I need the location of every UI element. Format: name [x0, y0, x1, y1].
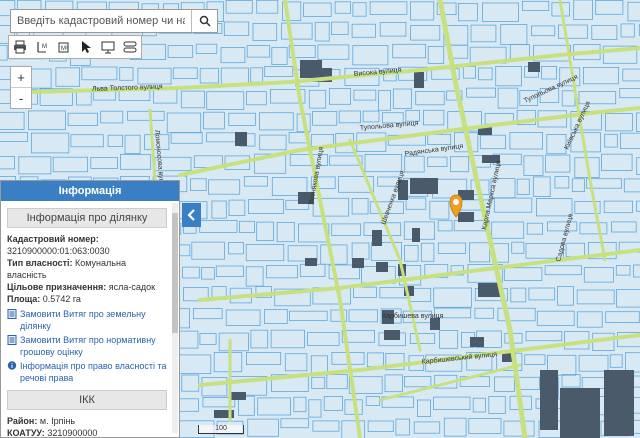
measure-length-icon: M [37, 42, 47, 53]
ownership-rights-link[interactable]: Інформація про право власності та речові… [7, 360, 167, 384]
building [410, 178, 438, 194]
svg-text:M: M [42, 44, 47, 50]
print-button[interactable] [10, 37, 30, 57]
print-icon [14, 40, 26, 54]
search-bar [10, 9, 218, 33]
chevron-left-icon [186, 209, 195, 221]
koatuu-label: КОАТУУ: [7, 428, 45, 438]
zoom-out-button[interactable]: - [11, 87, 31, 108]
info-panel-scrollbar[interactable] [172, 203, 178, 433]
area-value: 0.5742 га [42, 294, 81, 304]
screen-icon [101, 41, 115, 54]
cadastral-value: 3210900000:01:063:0030 [7, 246, 110, 256]
svg-text:M²: M² [61, 46, 68, 52]
purpose-value: ясла-садок [108, 282, 156, 292]
search-input[interactable] [11, 15, 192, 27]
street-label-karbyshieva: Карбишева вулиця [382, 312, 444, 320]
info-panel-body: Інформація про ділянку Кадастровий номер… [1, 201, 179, 438]
building [235, 132, 247, 146]
order-parcel-extract-link[interactable]: Замовити Витяг про земельну ділянку [7, 308, 167, 332]
measure-length-button[interactable]: M [32, 37, 52, 57]
document-icon [7, 335, 17, 345]
order-valuation-extract-link[interactable]: Замовити Витяг про нормативну грошову оц… [7, 334, 167, 358]
parcel-info-title: Інформація про ділянку [7, 208, 167, 228]
district-label: Район: [7, 416, 38, 426]
pointer-button[interactable] [76, 37, 96, 57]
map-toolbar: M M² [8, 35, 142, 59]
building [305, 258, 317, 266]
search-button[interactable] [191, 10, 217, 32]
info-icon [7, 361, 17, 370]
building [230, 392, 246, 400]
koatuu-value: 3210900000 [47, 428, 98, 438]
search-icon [199, 15, 211, 27]
building [540, 370, 558, 430]
building [352, 258, 364, 268]
building [528, 62, 540, 72]
zoom-control: + - [10, 66, 32, 109]
collapse-panel-button[interactable] [182, 203, 201, 227]
area-label: Площа: [7, 294, 41, 304]
building [458, 212, 474, 222]
building [560, 388, 600, 438]
building [470, 337, 484, 347]
screen-button[interactable] [98, 37, 118, 57]
building [604, 370, 634, 436]
pointer-icon [82, 41, 91, 53]
measure-area-button[interactable]: M² [54, 37, 74, 57]
building [478, 283, 500, 297]
building [414, 72, 424, 88]
info-panel-header: Інформація [1, 181, 179, 201]
building [412, 228, 420, 242]
district-value: м. Ірпінь [39, 416, 76, 426]
route-button[interactable] [120, 37, 140, 57]
document-icon [7, 309, 17, 319]
cadastral-label: Кадастровий номер: [7, 234, 99, 244]
building [384, 330, 400, 340]
route-icon [123, 41, 137, 53]
ownership-label: Тип власності: [7, 258, 73, 268]
measure-area-icon: M² [58, 42, 69, 53]
scrollbar-thumb[interactable] [172, 213, 178, 333]
building [376, 262, 388, 272]
info-panel: Інформація Інформація про ділянку Кадаст… [0, 180, 180, 438]
purpose-label: Цільове призначення: [7, 282, 107, 292]
ikk-title: ІКК [7, 390, 167, 410]
zoom-in-button[interactable]: + [11, 67, 31, 87]
scale-bar: 100 [198, 425, 244, 434]
building [372, 230, 382, 246]
